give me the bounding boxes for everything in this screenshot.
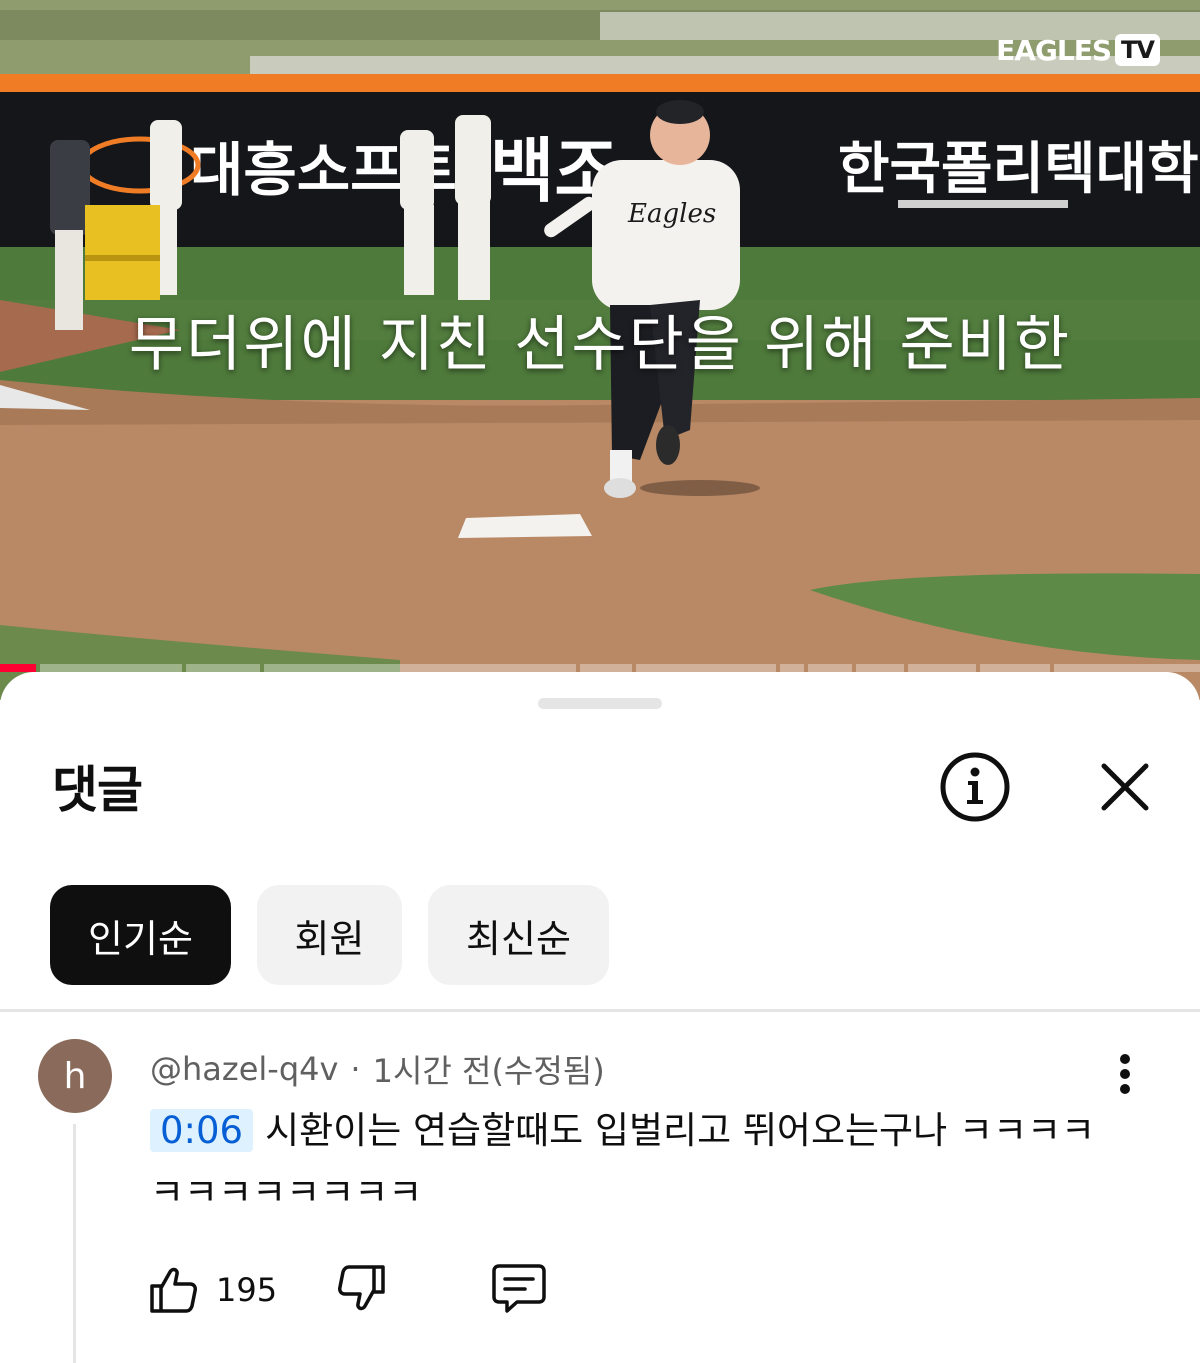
thumb-up-icon [150, 1267, 197, 1313]
more-vert-icon [1120, 1054, 1130, 1094]
comment-author[interactable]: @hazel-q4v [150, 1050, 338, 1088]
banner-text-right: 한국폴리텍대학 [838, 137, 1199, 202]
chapter-segment [40, 664, 182, 672]
channel-watermark: EAGLES TV [996, 32, 1160, 68]
chip-members[interactable]: 회원 [257, 885, 402, 985]
meta-separator: · [350, 1050, 361, 1088]
chapter-segment [186, 664, 260, 672]
chapter-segment [636, 664, 776, 672]
chapter-segment [264, 664, 576, 672]
chapter-segment [980, 664, 1050, 672]
close-icon [1101, 763, 1149, 811]
comment-time: 1시간 전(수정됨) [372, 1052, 605, 1090]
chapter-segment [1054, 664, 1200, 672]
chapter-segment [856, 664, 904, 672]
jersey-text: Eagles [627, 199, 716, 229]
like-button[interactable]: 195 [148, 1264, 277, 1316]
chip-newest[interactable]: 최신순 [428, 885, 609, 985]
avatar[interactable]: h [38, 1039, 112, 1113]
chapter-segment [580, 664, 632, 672]
chapter-segment [780, 664, 804, 672]
chip-popular[interactable]: 인기순 [50, 885, 231, 985]
comment-body: 0:06 시환이는 연습할때도 입벌리고 뛰어오는구나 ㅋㅋㅋㅋㅋㅋㅋㅋㅋㅋㅋㅋ [150, 1100, 1110, 1224]
thread-line [73, 1124, 76, 1363]
close-button[interactable] [1092, 754, 1158, 820]
divider [0, 1009, 1200, 1012]
dislike-button[interactable] [335, 1262, 387, 1318]
info-button[interactable] [938, 750, 1012, 824]
comment-actions: 195 [148, 1262, 547, 1318]
comment-text: 시환이는 연습할때도 입벌리고 뛰어오는구나 ㅋㅋㅋㅋㅋㅋㅋㅋㅋㅋㅋㅋ [150, 1109, 1096, 1214]
video-subtitle: 무더위에 지친 선수단을 위해 준비한 [128, 310, 1072, 380]
chapter-segment [808, 664, 852, 672]
progress-played [0, 664, 36, 672]
comments-title: 댓글 [52, 761, 143, 819]
reply-button[interactable] [491, 1262, 547, 1318]
video-player[interactable]: 대흥소프트 백조 한국폴리텍대학 Eagles 무더위에 지친 선수단을 위해 … [0, 0, 1200, 700]
like-count: 195 [216, 1271, 278, 1309]
more-options-button[interactable] [1108, 1052, 1142, 1096]
video-progress-bar[interactable] [0, 664, 1200, 672]
chapter-segment [908, 664, 976, 672]
timestamp-link[interactable]: 0:06 [150, 1109, 254, 1152]
sort-chips: 인기순 회원 최신순 [50, 885, 609, 985]
thumb-down-icon [338, 1265, 385, 1311]
drag-handle[interactable] [538, 698, 662, 709]
brand-tv-badge: TV [1115, 34, 1160, 66]
comments-sheet: 댓글 인기순 회원 최신순 h @hazel-q4v · 1시간 전(수정됨) … [0, 672, 1200, 1363]
info-icon [940, 752, 1010, 822]
reply-icon [492, 1264, 546, 1313]
brand-name: EAGLES [996, 33, 1112, 67]
comment-meta: @hazel-q4v · 1시간 전(수정됨) [150, 1046, 605, 1092]
